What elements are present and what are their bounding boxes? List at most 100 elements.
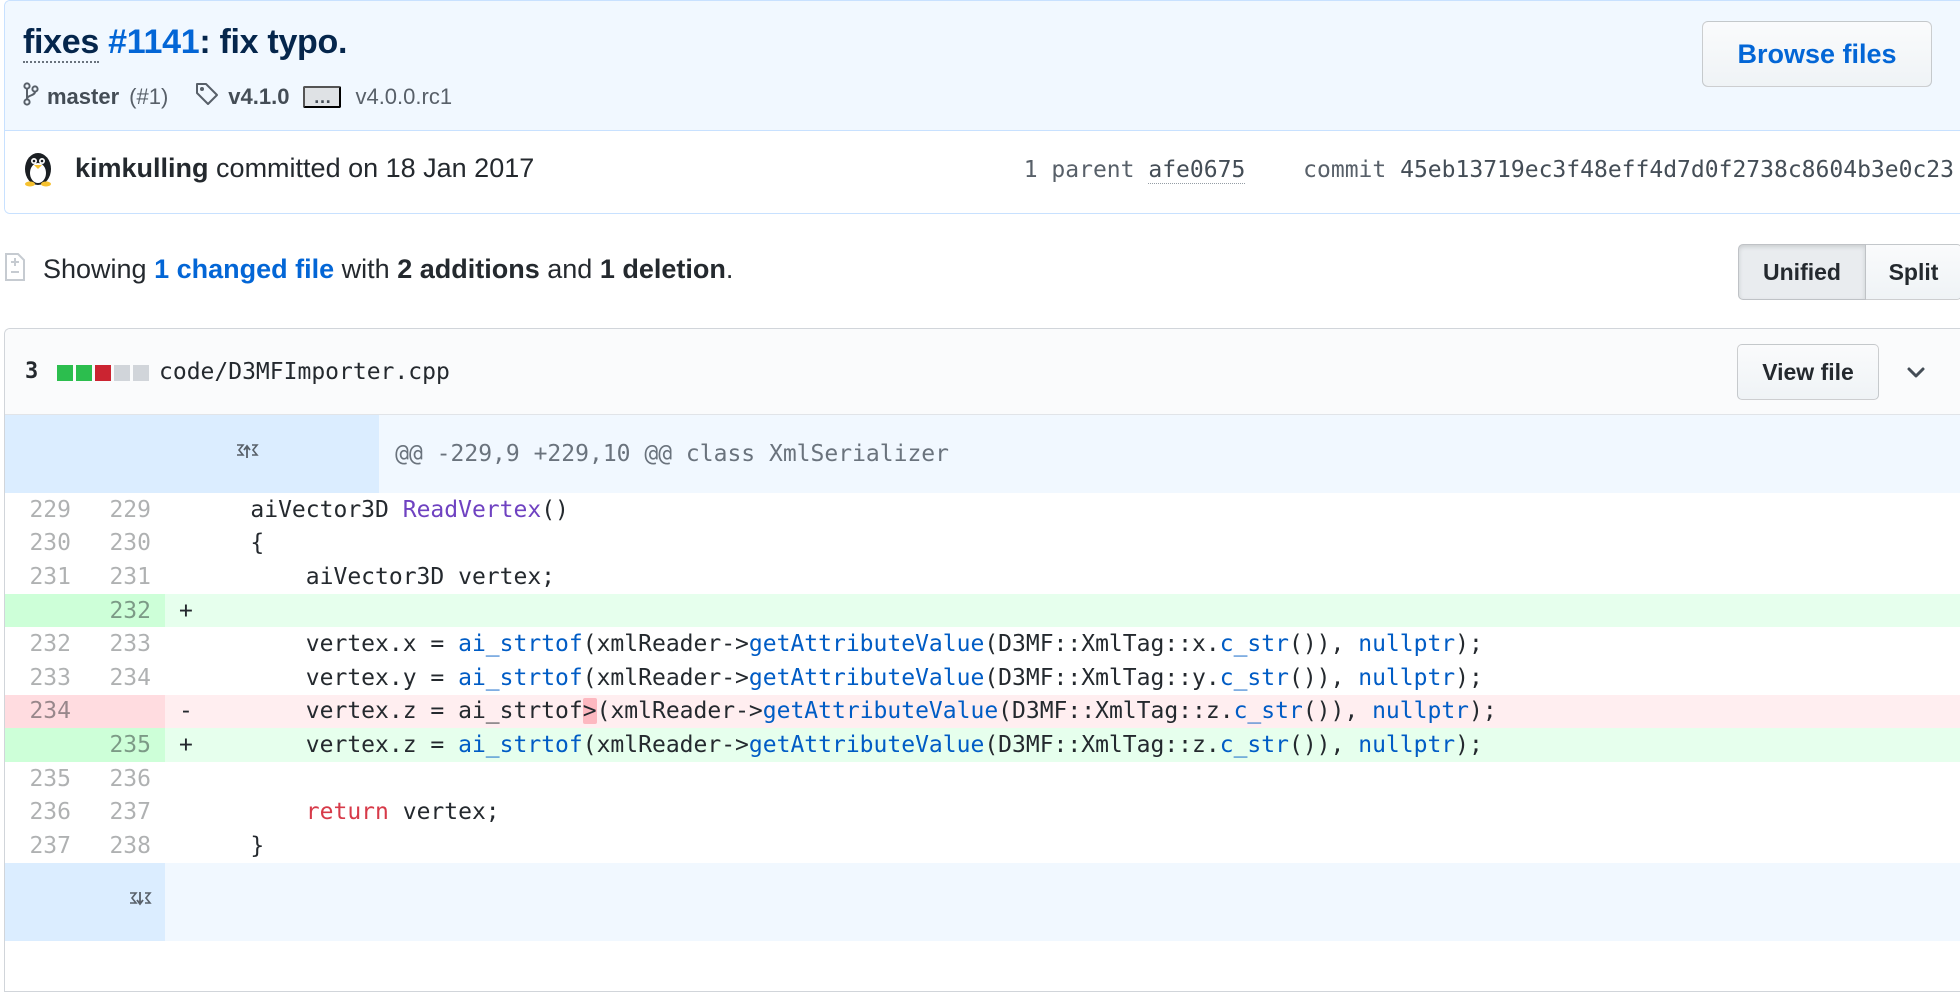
parent-label: 1 parent (1023, 157, 1135, 183)
new-line-number[interactable]: 238 (85, 829, 165, 863)
summary-and: and (547, 254, 593, 284)
avatar[interactable] (19, 149, 57, 187)
new-line-number[interactable]: 230 (85, 527, 165, 561)
code-line: { (195, 530, 265, 557)
expand-down-icon[interactable] (5, 862, 165, 941)
diff-line-deleted: 234 - vertex.z = ai_strtof>(xmlReader->g… (5, 694, 1960, 729)
diff-summary-bar: Showing 1 changed file with 2 additions … (0, 238, 1960, 302)
chevron-down-icon[interactable] (1905, 361, 1927, 383)
git-branch-icon (23, 82, 39, 112)
code-token: (xmlReader-> (582, 631, 749, 658)
additions-count: 2 additions (397, 254, 540, 284)
author-link[interactable]: kimkulling (75, 153, 209, 183)
diffstat-block (76, 365, 92, 381)
expand-tags-button[interactable]: … (303, 86, 342, 108)
code-line: vertex.z = ai_strtof>(xmlReader->getAttr… (195, 694, 1960, 729)
old-line-number[interactable] (5, 593, 85, 628)
diff-summary-text: Showing 1 changed file with 2 additions … (43, 254, 733, 285)
new-line-number[interactable]: 234 (85, 661, 165, 695)
file-header: 3 code/D3MFImporter.cpp View file (5, 329, 1960, 415)
pull-request-link[interactable]: (#1) (129, 84, 168, 110)
summary-showing: Showing (43, 254, 147, 284)
old-line-number[interactable]: 237 (5, 829, 85, 863)
expand-down-spacer (165, 862, 1960, 941)
diff-sign (165, 627, 195, 661)
unified-view-button[interactable]: Unified (1738, 244, 1866, 300)
code-token: return (305, 799, 389, 826)
diffstat-block (133, 365, 149, 381)
diff-sign (165, 527, 195, 561)
code-token: nullptr (1372, 698, 1470, 725)
code-token: () (541, 496, 569, 523)
hunk-header: @@ -229,9 +229,10 @@ class XmlSerializer (379, 415, 1960, 493)
new-line-number[interactable]: 232 (85, 593, 165, 628)
code-token: ); (1455, 631, 1483, 658)
code-token: (D3MF::XmlTag::y. (984, 664, 1220, 691)
diff-sign (165, 493, 195, 527)
old-line-number[interactable]: 232 (5, 627, 85, 661)
code-token: c_str (1233, 698, 1303, 725)
tag-icon (194, 81, 220, 113)
code-line: } (195, 832, 265, 859)
branch-link[interactable]: master (47, 84, 119, 110)
code-line: vertex.x = ai_strtof(xmlReader->getAttri… (195, 627, 1960, 661)
code-token: getAttributeValue (762, 698, 999, 725)
commit-title: fixes #1141: fix typo. (23, 23, 347, 63)
diff-line: 236 237 return vertex; (5, 795, 1960, 829)
code-line (195, 762, 1960, 796)
diff-sign: + (165, 728, 195, 762)
commit-meta: kimkulling committed on 18 Jan 2017 1 pa… (5, 131, 1960, 213)
old-line-number[interactable]: 235 (5, 762, 85, 796)
code-token: c_str (1219, 731, 1289, 758)
code-token: ()), (1288, 631, 1359, 658)
file-path[interactable]: code/D3MFImporter.cpp (159, 359, 450, 385)
diff-line: 233 234 vertex.y = ai_strtof(xmlReader->… (5, 661, 1960, 695)
parent-sha-link[interactable]: afe0675 (1148, 157, 1246, 184)
code-token: (xmlReader-> (582, 731, 749, 758)
diff-line: 231 231 aiVector3D vertex; (5, 560, 1960, 594)
diff-line-added: 235 + vertex.z = ai_strtof(xmlReader->ge… (5, 728, 1960, 762)
diff-table: @@ -229,9 +229,10 @@ class XmlSerializer (5, 415, 1960, 493)
old-line-number[interactable]: 230 (5, 527, 85, 561)
view-file-button[interactable]: View file (1737, 344, 1879, 400)
expand-down-row (5, 862, 1960, 941)
old-line-number[interactable]: 231 (5, 560, 85, 594)
code-line: vertex.y = ai_strtof(xmlReader->getAttri… (195, 661, 1960, 695)
code-token: (D3MF::XmlTag::x. (984, 631, 1220, 658)
diff-sign (165, 762, 195, 796)
code-token: nullptr (1358, 664, 1456, 691)
diff-line: 235 236 (5, 762, 1960, 796)
diff-line: 230 230 { (5, 527, 1960, 561)
old-line-number[interactable]: 236 (5, 795, 85, 829)
new-line-number[interactable]: 236 (85, 762, 165, 796)
new-line-number[interactable]: 237 (85, 795, 165, 829)
diff-sign (165, 560, 195, 594)
diff-lines: 229 229 aiVector3D ReadVertex() 230 230 … (5, 493, 1960, 863)
old-line-number[interactable] (5, 728, 85, 762)
file-diff-icon (4, 252, 26, 282)
code-token: ReadVertex (402, 496, 542, 523)
old-line-number[interactable]: 234 (5, 694, 85, 729)
browse-files-button[interactable]: Browse files (1702, 21, 1932, 87)
split-view-button[interactable]: Split (1866, 244, 1960, 300)
diffstat-blocks (57, 365, 152, 381)
commit-sha[interactable]: 45eb13719ec3f48eff4d7d0f2738c8604b3e0c23 (1400, 157, 1954, 183)
old-line-number[interactable]: 233 (5, 661, 85, 695)
new-line-number[interactable]: 231 (85, 560, 165, 594)
issue-link[interactable]: #1141 (108, 23, 199, 61)
new-line-number[interactable]: 235 (85, 728, 165, 762)
tag-link-oldest[interactable]: v4.0.0.rc1 (355, 84, 452, 110)
old-line-number[interactable]: 229 (5, 493, 85, 527)
new-line-number[interactable]: 229 (85, 493, 165, 527)
commit-title-prefix: fixes (23, 23, 99, 63)
new-line-number[interactable]: 233 (85, 627, 165, 661)
new-line-number[interactable] (85, 694, 165, 729)
expand-up-icon[interactable] (5, 415, 380, 493)
code-token: ()), (1288, 731, 1359, 758)
changed-files-link[interactable]: 1 changed file (154, 254, 334, 284)
code-token: nullptr (1358, 631, 1456, 658)
diffstat-block (95, 365, 111, 381)
tag-link-latest[interactable]: v4.1.0 (228, 84, 289, 110)
diff-sign (165, 661, 195, 695)
code-line: vertex.z = ai_strtof(xmlReader->getAttri… (195, 728, 1960, 762)
